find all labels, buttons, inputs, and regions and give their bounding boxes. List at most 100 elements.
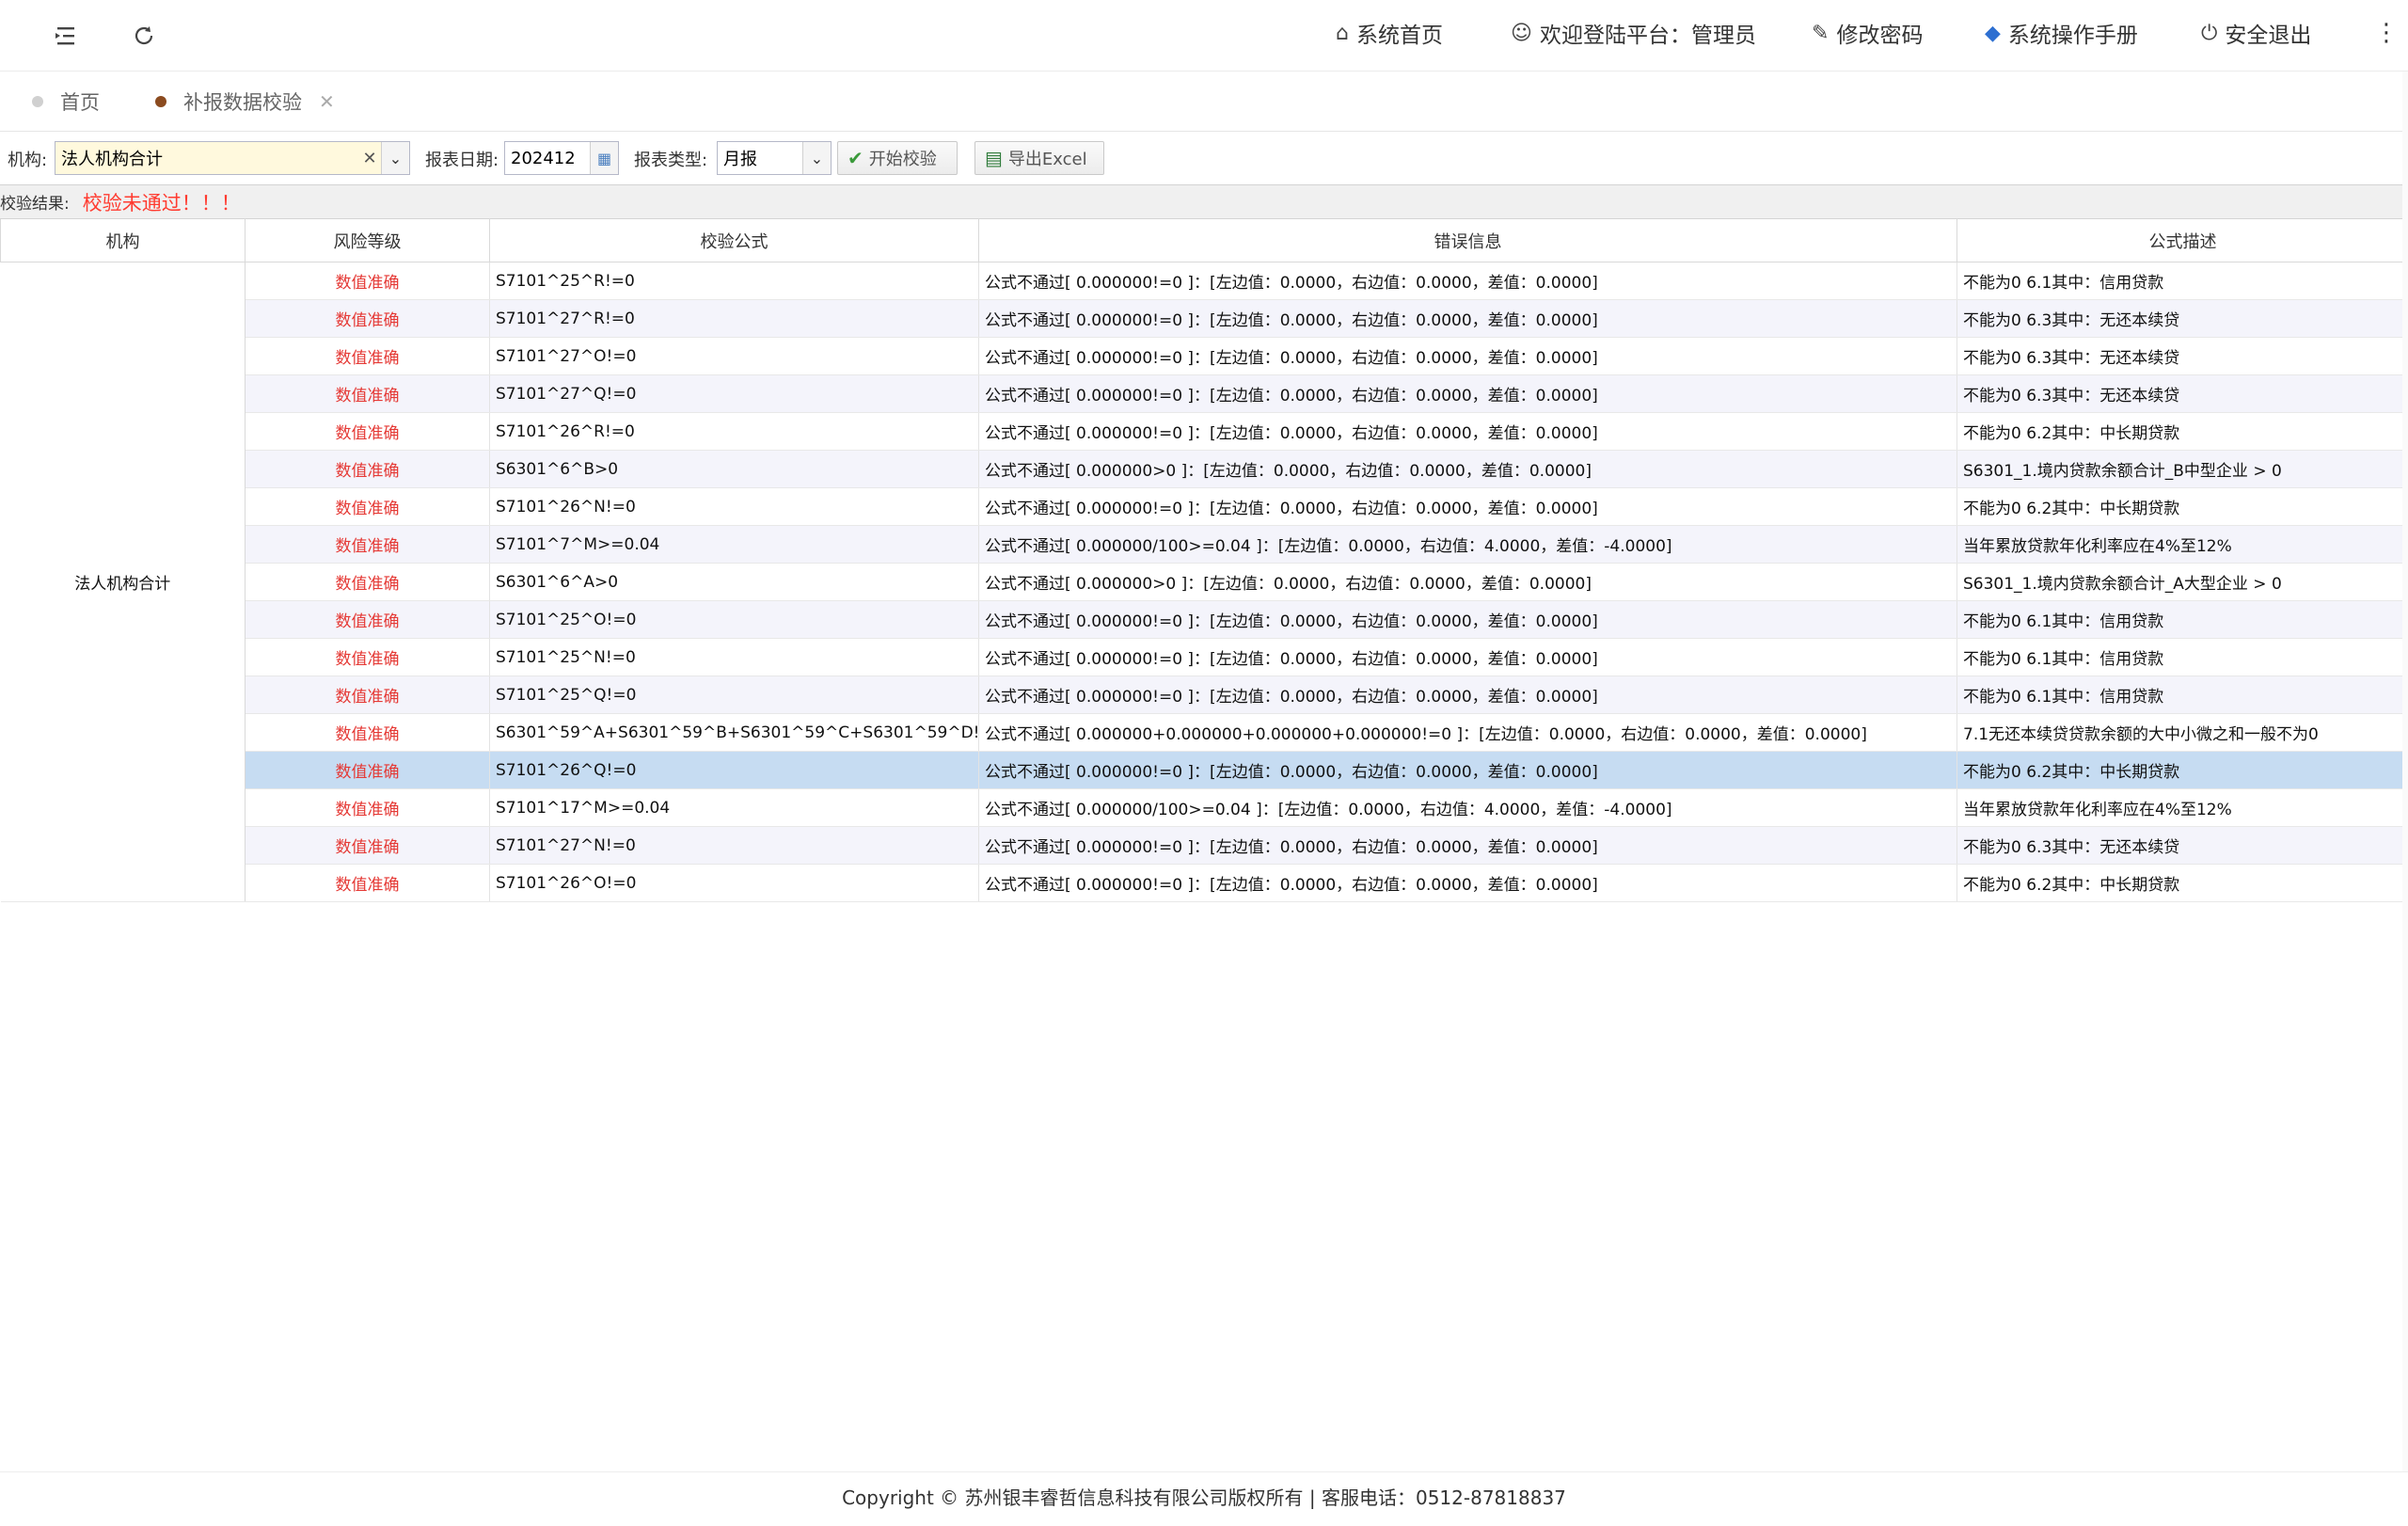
nav-logout[interactable]: ⏻ 安全退出 [2201,0,2311,66]
chevron-down-icon[interactable]: ⌄ [381,142,409,174]
cell-error[interactable]: 公式不通过[ 0.000000!=0 ]：[左边值：0.0000，右边值：0.0… [978,751,1957,789]
cell-risk[interactable]: 数值准确 [245,600,490,639]
cell-risk[interactable]: 数值准确 [245,262,490,300]
cell-formula[interactable]: S7101^7^M>=0.04 [489,525,979,564]
cell-risk[interactable]: 数值准确 [245,412,490,451]
cell-error[interactable]: 公式不通过[ 0.000000/100>=0.04 ]：[左边值：0.0000，… [978,525,1957,564]
export-excel-button[interactable]: ▤ 导出Excel [974,141,1104,175]
table-row[interactable]: 数值准确 S6301^6^A>0 公式不通过[ 0.000000>0 ]：[左边值：… [1,563,2408,601]
col-header-formula[interactable]: 校验公式 [489,218,979,262]
cell-error[interactable]: 公式不通过[ 0.000000>0 ]：[左边值：0.0000，右边值：0.00… [978,450,1957,488]
col-header-error[interactable]: 错误信息 [978,218,1957,262]
col-header-risk[interactable]: 风险等级 [245,218,490,262]
type-select[interactable]: 月报 ⌄ [717,141,832,175]
cell-error[interactable]: 公式不通过[ 0.000000!=0 ]：[左边值：0.0000，右边值：0.0… [978,487,1957,526]
cell-error[interactable]: 公式不通过[ 0.000000!=0 ]：[左边值：0.0000，右边值：0.0… [978,638,1957,676]
scrollbar[interactable] [2402,72,2408,1471]
cell-risk[interactable]: 数值准确 [245,487,490,526]
start-check-button[interactable]: ✔ 开始校验 [837,141,958,175]
table-row[interactable]: 数值准确 S7101^27^O!=0 公式不通过[ 0.000000!=0 ]：[左… [1,337,2408,375]
cell-formula[interactable]: S6301^6^A>0 [489,563,979,601]
tab-data-check[interactable]: 补报数据校验 ✕ [155,72,335,132]
nav-home[interactable]: ⌂ 系统首页 [1336,0,1443,66]
cell-error[interactable]: 公式不通过[ 0.000000!=0 ]：[左边值：0.0000，右边值：0.0… [978,600,1957,639]
col-header-org[interactable]: 机构 [0,218,246,262]
chevron-down-icon[interactable]: ⌄ [802,142,831,174]
cell-formula[interactable]: S7101^27^Q!=0 [489,374,979,413]
cell-desc[interactable]: 不能为0 6.2其中：中长期贷款 [1956,864,2408,902]
cell-formula[interactable]: S7101^27^O!=0 [489,337,979,375]
cell-desc[interactable]: 不能为0 6.1其中：信用贷款 [1956,600,2408,639]
more-vertical-icon[interactable]: ⋮ [2374,0,2399,66]
cell-error[interactable]: 公式不通过[ 0.000000!=0 ]：[左边值：0.0000，右边值：0.0… [978,299,1957,338]
cell-error[interactable]: 公式不通过[ 0.000000!=0 ]：[左边值：0.0000，右边值：0.0… [978,337,1957,375]
col-header-desc[interactable]: 公式描述 [1956,218,2408,262]
table-row[interactable]: 数值准确 S6301^59^A+S6301^59^B+S6301^59^C+S63… [1,713,2408,752]
nav-manual[interactable]: ◆ 系统操作手册 [1985,0,2138,66]
cell-desc[interactable]: 不能为0 6.1其中：信用贷款 [1956,676,2408,714]
cell-desc[interactable]: 不能为0 6.3其中：无还本续贷 [1956,299,2408,338]
nav-change-password[interactable]: ✎ 修改密码 [1812,0,1923,66]
cell-desc[interactable]: 不能为0 6.2其中：中长期贷款 [1956,412,2408,451]
cell-risk[interactable]: 数值准确 [245,374,490,413]
cell-formula[interactable]: S7101^26^O!=0 [489,864,979,902]
cell-error[interactable]: 公式不通过[ 0.000000!=0 ]：[左边值：0.0000，右边值：0.0… [978,374,1957,413]
close-icon[interactable]: ✕ [319,90,335,113]
cell-error[interactable]: 公式不通过[ 0.000000!=0 ]：[左边值：0.0000，右边值：0.0… [978,864,1957,902]
cell-desc[interactable]: 当年累放贷款年化利率应在4%至12% [1956,525,2408,564]
org-select[interactable]: 法人机构合计 ✕ ⌄ [55,141,410,175]
cell-desc[interactable]: 不能为0 6.2其中：中长期贷款 [1956,487,2408,526]
refresh-icon[interactable] [125,17,163,55]
cell-error[interactable]: 公式不通过[ 0.000000+0.000000+0.000000+0.0000… [978,713,1957,752]
table-row[interactable]: 法人机构合计 数值准确 S7101^25^R!=0 公式不通过[ 0.000000!=… [0,262,2408,902]
table-row[interactable]: 数值准确 S6301^6^B>0 公式不通过[ 0.000000>0 ]：[左边值：… [1,450,2408,488]
cell-risk[interactable]: 数值准确 [245,751,490,789]
cell-desc[interactable]: 不能为0 6.1其中：信用贷款 [1956,262,2408,300]
table-row[interactable]: 数值准确 S7101^27^N!=0 公式不通过[ 0.000000!=0 ]：[左… [1,826,2408,865]
cell-formula[interactable]: S6301^6^B>0 [489,450,979,488]
table-row[interactable]: 数值准确 S7101^26^R!=0 公式不通过[ 0.000000!=0 ]：[左… [1,412,2408,451]
cell-risk[interactable]: 数值准确 [245,788,490,827]
cell-risk[interactable]: 数值准确 [245,826,490,865]
calendar-icon[interactable]: ▦ [590,142,618,174]
date-field[interactable]: 202412 ▦ [504,141,619,175]
nav-user[interactable]: ☺ 欢迎登陆平台：管理员 [1511,0,1756,66]
cell-risk[interactable]: 数值准确 [245,713,490,752]
table-row[interactable]: 数值准确 S7101^17^M>=0.04 公式不通过[ 0.000000/100>… [1,788,2408,827]
cell-desc[interactable]: 不能为0 6.3其中：无还本续贷 [1956,374,2408,413]
table-row[interactable]: 数值准确 S7101^26^O!=0 公式不通过[ 0.000000!=0 ]：[左… [1,864,2408,902]
cell-desc[interactable]: 7.1无还本续贷贷款余额的大中小微之和一般不为0 [1956,713,2408,752]
cell-error[interactable]: 公式不通过[ 0.000000>0 ]：[左边值：0.0000，右边值：0.00… [978,563,1957,601]
cell-error[interactable]: 公式不通过[ 0.000000/100>=0.04 ]：[左边值：0.0000，… [978,788,1957,827]
cell-error[interactable]: 公式不通过[ 0.000000!=0 ]：[左边值：0.0000，右边值：0.0… [978,262,1957,300]
tab-home[interactable]: 首页 [32,72,100,132]
cell-risk[interactable]: 数值准确 [245,299,490,338]
cell-formula[interactable]: S7101^25^Q!=0 [489,676,979,714]
cell-formula[interactable]: S7101^25^N!=0 [489,638,979,676]
cell-formula[interactable]: S7101^27^N!=0 [489,826,979,865]
cell-risk[interactable]: 数值准确 [245,864,490,902]
cell-risk[interactable]: 数值准确 [245,525,490,564]
cell-desc[interactable]: 不能为0 6.1其中：信用贷款 [1956,638,2408,676]
cell-desc[interactable]: S6301_1.境内贷款余额合计_A大型企业 > 0 [1956,563,2408,601]
cell-desc[interactable]: 不能为0 6.2其中：中长期贷款 [1956,751,2408,789]
cell-risk[interactable]: 数值准确 [245,337,490,375]
cell-org[interactable]: 法人机构合计 [0,262,246,902]
cell-formula[interactable]: S7101^25^O!=0 [489,600,979,639]
cell-error[interactable]: 公式不通过[ 0.000000!=0 ]：[左边值：0.0000，右边值：0.0… [978,412,1957,451]
table-row[interactable]: 数值准确 S7101^26^N!=0 公式不通过[ 0.000000!=0 ]：[左… [1,487,2408,526]
cell-risk[interactable]: 数值准确 [245,676,490,714]
cell-desc[interactable]: 当年累放贷款年化利率应在4%至12% [1956,788,2408,827]
cell-formula[interactable]: S7101^26^N!=0 [489,487,979,526]
table-row[interactable]: 数值准确 S7101^7^M>=0.04 公式不通过[ 0.000000/100>=… [1,525,2408,564]
cell-risk[interactable]: 数值准确 [245,638,490,676]
cell-formula[interactable]: S7101^26^Q!=0 [489,751,979,789]
cell-formula[interactable]: S7101^17^M>=0.04 [489,788,979,827]
cell-formula[interactable]: S7101^27^R!=0 [489,299,979,338]
table-row[interactable]: 数值准确 S7101^26^Q!=0 公式不通过[ 0.000000!=0 ]：[左… [1,751,2408,789]
cell-risk[interactable]: 数值准确 [245,450,490,488]
cell-desc[interactable]: 不能为0 6.3其中：无还本续贷 [1956,826,2408,865]
table-row[interactable]: 数值准确 S7101^25^Q!=0 公式不通过[ 0.000000!=0 ]：[左… [1,676,2408,714]
table-row[interactable]: 数值准确 S7101^25^N!=0 公式不通过[ 0.000000!=0 ]：[左… [1,638,2408,676]
table-row[interactable]: 数值准确 S7101^27^R!=0 公式不通过[ 0.000000!=0 ]：[左… [1,299,2408,338]
